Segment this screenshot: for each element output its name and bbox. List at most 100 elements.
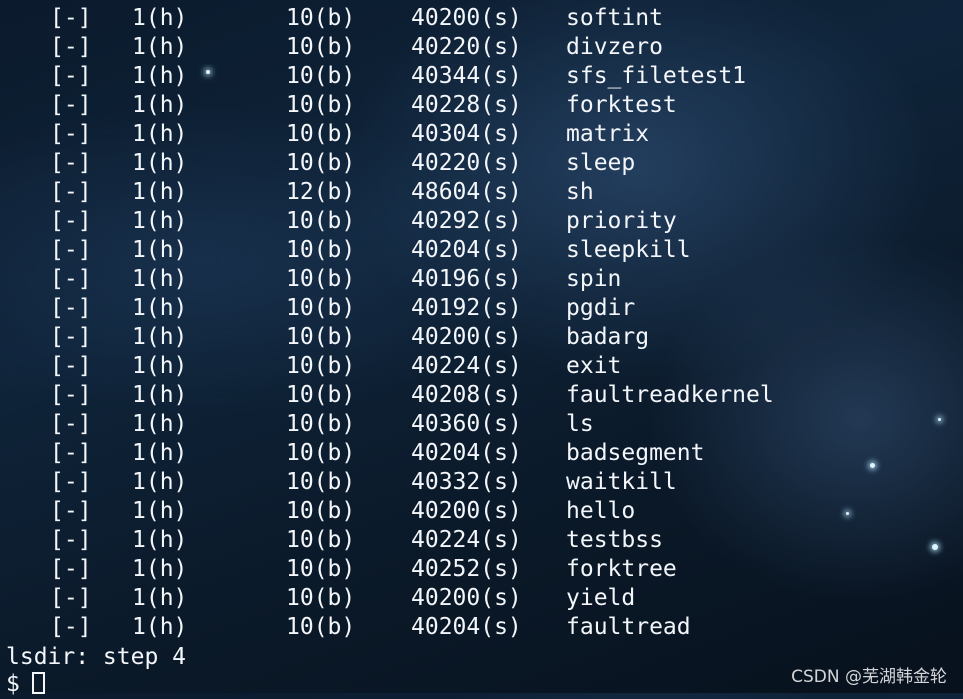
size-column: 40220(s) bbox=[411, 150, 522, 176]
size-column: 40220(s) bbox=[411, 34, 522, 60]
links-column: 1(h) bbox=[132, 469, 188, 495]
size-column: 40200(s) bbox=[411, 585, 522, 611]
links-column: 1(h) bbox=[132, 382, 188, 408]
status-line: lsdir: step 4 bbox=[6, 644, 187, 670]
blocks-column: 10(b) bbox=[286, 498, 356, 524]
file-name: sh bbox=[566, 179, 594, 205]
background-star bbox=[932, 544, 938, 550]
permission-column: [-] bbox=[50, 353, 92, 379]
text-cursor[interactable] bbox=[32, 672, 45, 694]
blocks-column: 10(b) bbox=[286, 440, 356, 466]
size-column: 40224(s) bbox=[411, 527, 522, 553]
file-name: sfs_filetest1 bbox=[566, 63, 747, 89]
blocks-column: 10(b) bbox=[286, 324, 356, 350]
links-column: 1(h) bbox=[132, 237, 188, 263]
links-column: 1(h) bbox=[132, 5, 188, 31]
size-column: 40228(s) bbox=[411, 92, 522, 118]
links-column: 1(h) bbox=[132, 411, 188, 437]
file-name: yield bbox=[566, 585, 636, 611]
permission-column: [-] bbox=[50, 237, 92, 263]
size-column: 40360(s) bbox=[411, 411, 522, 437]
background-star bbox=[870, 463, 875, 468]
size-column: 40192(s) bbox=[411, 295, 522, 321]
permission-column: [-] bbox=[50, 208, 92, 234]
background-star bbox=[206, 70, 210, 74]
size-column: 40204(s) bbox=[411, 237, 522, 263]
links-column: 1(h) bbox=[132, 295, 188, 321]
links-column: 1(h) bbox=[132, 614, 188, 640]
links-column: 1(h) bbox=[132, 266, 188, 292]
permission-column: [-] bbox=[50, 34, 92, 60]
links-column: 1(h) bbox=[132, 556, 188, 582]
blocks-column: 10(b) bbox=[286, 121, 356, 147]
permission-column: [-] bbox=[50, 179, 92, 205]
permission-column: [-] bbox=[50, 63, 92, 89]
links-column: 1(h) bbox=[132, 92, 188, 118]
file-name: priority bbox=[566, 208, 677, 234]
file-name: sleepkill bbox=[566, 237, 691, 263]
blocks-column: 10(b) bbox=[286, 63, 356, 89]
file-name: faultread bbox=[566, 614, 691, 640]
blocks-column: 10(b) bbox=[286, 614, 356, 640]
links-column: 1(h) bbox=[132, 150, 188, 176]
file-name: divzero bbox=[566, 34, 663, 60]
blocks-column: 10(b) bbox=[286, 382, 356, 408]
file-name: forktree bbox=[566, 556, 677, 582]
blocks-column: 10(b) bbox=[286, 556, 356, 582]
permission-column: [-] bbox=[50, 411, 92, 437]
background-star bbox=[846, 512, 849, 515]
size-column: 40252(s) bbox=[411, 556, 522, 582]
size-column: 40204(s) bbox=[411, 440, 522, 466]
size-column: 40332(s) bbox=[411, 469, 522, 495]
blocks-column: 10(b) bbox=[286, 527, 356, 553]
blocks-column: 10(b) bbox=[286, 469, 356, 495]
links-column: 1(h) bbox=[132, 498, 188, 524]
permission-column: [-] bbox=[50, 324, 92, 350]
size-column: 40200(s) bbox=[411, 324, 522, 350]
size-column: 40204(s) bbox=[411, 614, 522, 640]
size-column: 40200(s) bbox=[411, 498, 522, 524]
blocks-column: 10(b) bbox=[286, 5, 356, 31]
blocks-column: 12(b) bbox=[286, 179, 356, 205]
permission-column: [-] bbox=[50, 498, 92, 524]
blocks-column: 10(b) bbox=[286, 266, 356, 292]
permission-column: [-] bbox=[50, 121, 92, 147]
file-name: forktest bbox=[566, 92, 677, 118]
blocks-column: 10(b) bbox=[286, 353, 356, 379]
file-name: matrix bbox=[566, 121, 650, 147]
file-name: waitkill bbox=[566, 469, 677, 495]
links-column: 1(h) bbox=[132, 208, 188, 234]
blocks-column: 10(b) bbox=[286, 237, 356, 263]
permission-column: [-] bbox=[50, 556, 92, 582]
file-name: sleep bbox=[566, 150, 636, 176]
file-name: badarg bbox=[566, 324, 650, 350]
blocks-column: 10(b) bbox=[286, 150, 356, 176]
file-name: faultreadkernel bbox=[566, 382, 774, 408]
size-column: 40304(s) bbox=[411, 121, 522, 147]
permission-column: [-] bbox=[50, 92, 92, 118]
watermark: CSDN @芜湖韩金轮 bbox=[791, 667, 947, 687]
permission-column: [-] bbox=[50, 585, 92, 611]
permission-column: [-] bbox=[50, 527, 92, 553]
links-column: 1(h) bbox=[132, 34, 188, 60]
file-name: badsegment bbox=[566, 440, 705, 466]
file-name: spin bbox=[566, 266, 622, 292]
file-name: pgdir bbox=[566, 295, 636, 321]
size-column: 40344(s) bbox=[411, 63, 522, 89]
file-name: ls bbox=[566, 411, 594, 437]
blocks-column: 10(b) bbox=[286, 585, 356, 611]
size-column: 40224(s) bbox=[411, 353, 522, 379]
links-column: 1(h) bbox=[132, 179, 188, 205]
permission-column: [-] bbox=[50, 295, 92, 321]
permission-column: [-] bbox=[50, 614, 92, 640]
blocks-column: 10(b) bbox=[286, 34, 356, 60]
size-column: 40208(s) bbox=[411, 382, 522, 408]
links-column: 1(h) bbox=[132, 121, 188, 147]
links-column: 1(h) bbox=[132, 63, 188, 89]
shell-prompt: $ bbox=[6, 671, 20, 697]
links-column: 1(h) bbox=[132, 585, 188, 611]
links-column: 1(h) bbox=[132, 353, 188, 379]
permission-column: [-] bbox=[50, 5, 92, 31]
permission-column: [-] bbox=[50, 382, 92, 408]
size-column: 48604(s) bbox=[411, 179, 522, 205]
